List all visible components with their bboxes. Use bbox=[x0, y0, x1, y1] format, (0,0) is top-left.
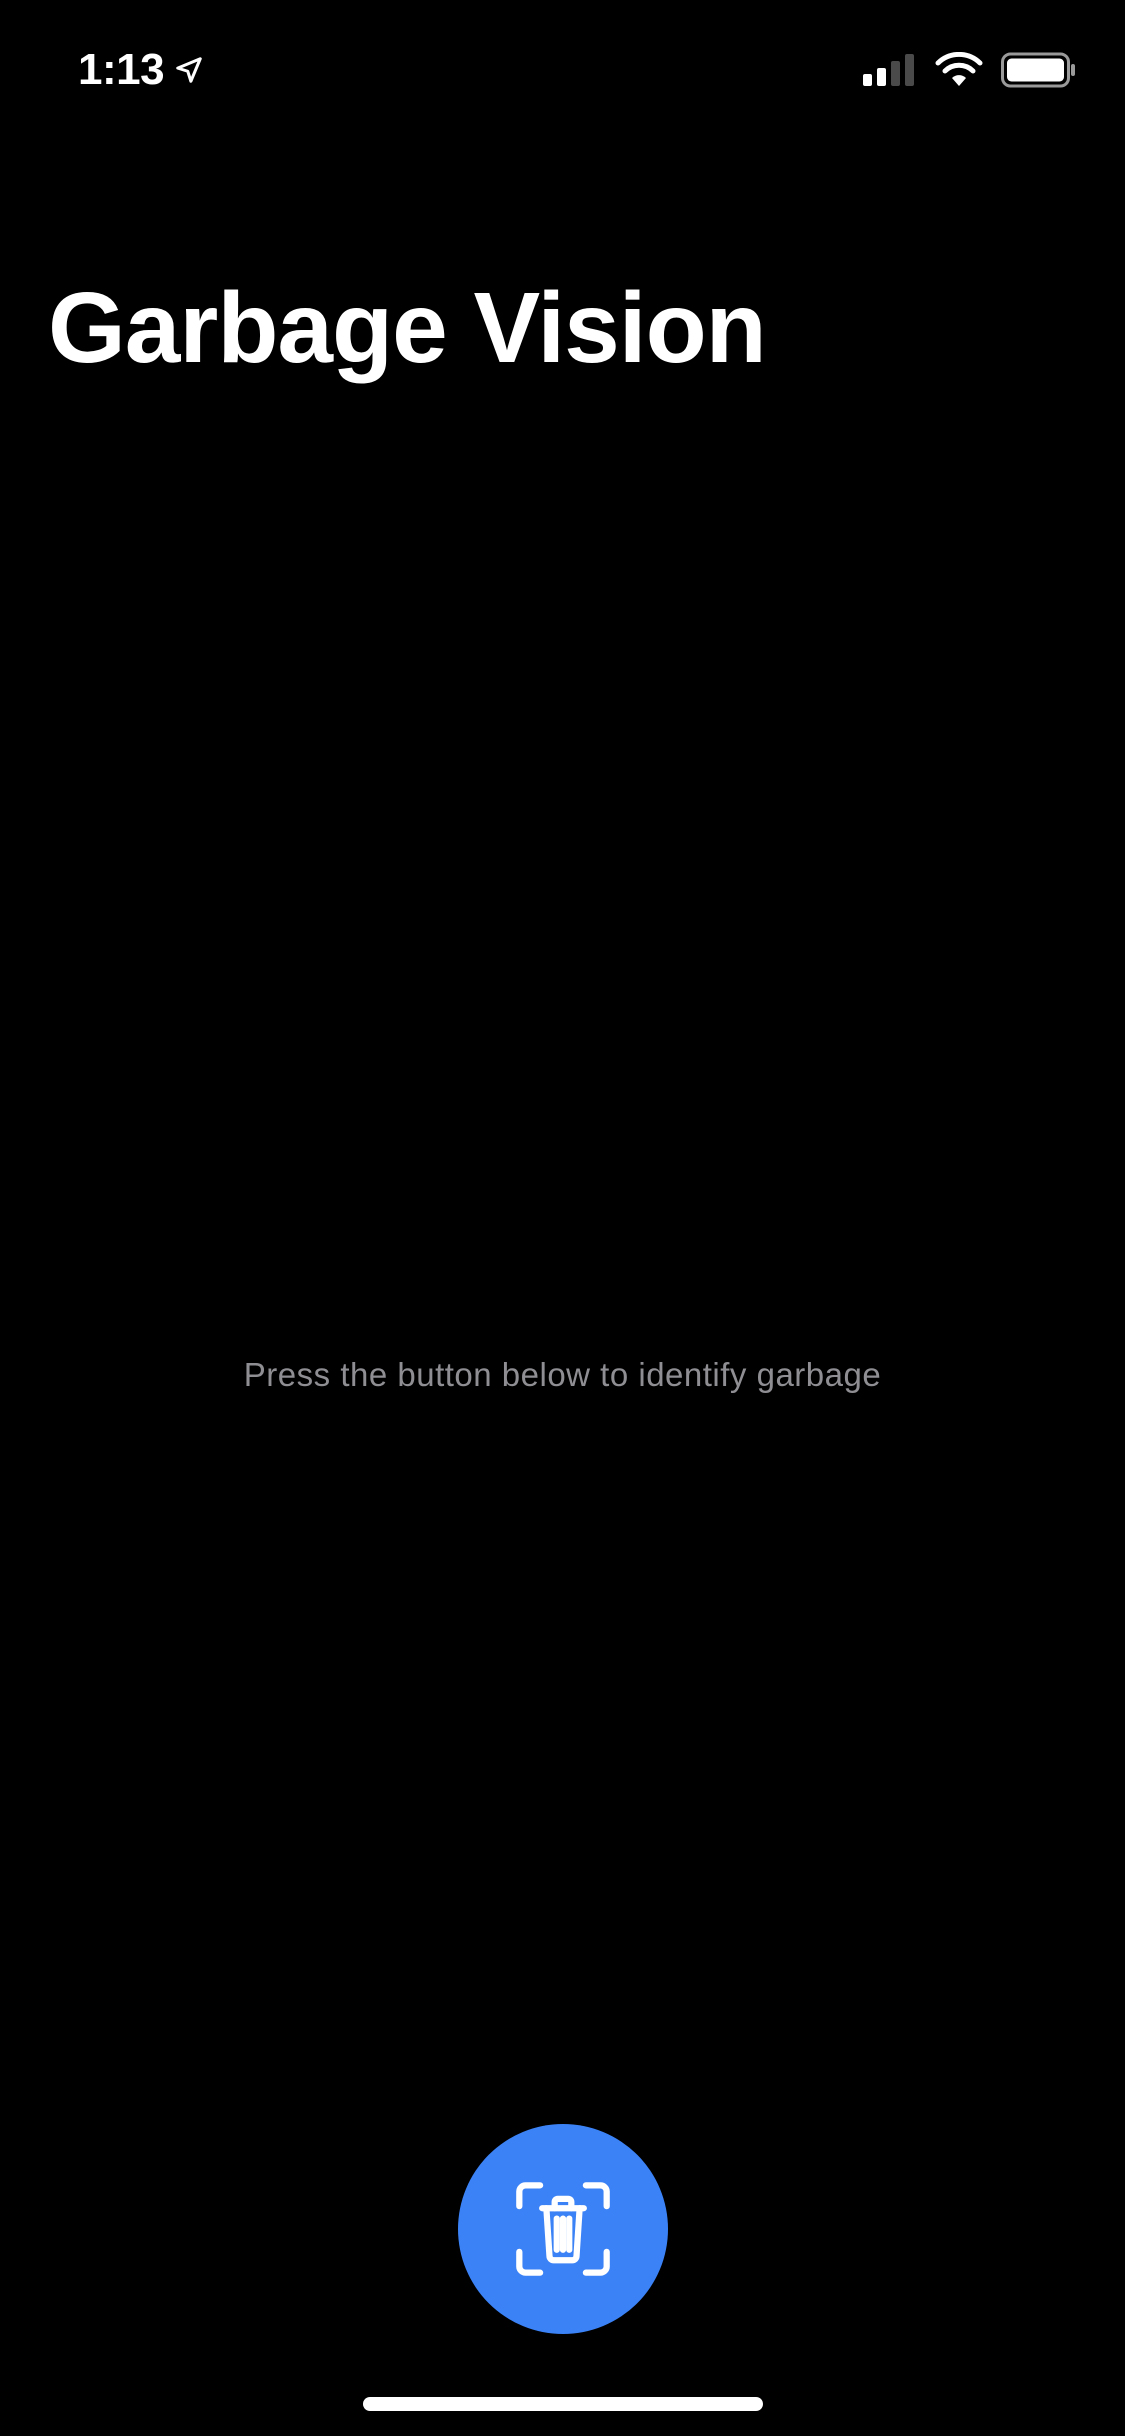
location-arrow-icon bbox=[176, 57, 202, 83]
status-time: 1:13 bbox=[78, 45, 165, 94]
status-indicators bbox=[863, 48, 1077, 92]
wifi-icon bbox=[935, 52, 983, 86]
time-group: 1:13 bbox=[78, 42, 204, 98]
home-indicator[interactable] bbox=[363, 2397, 763, 2411]
status-bar: 1:13 bbox=[0, 0, 1125, 132]
scan-garbage-button[interactable] bbox=[458, 2124, 668, 2334]
trash-scan-icon bbox=[516, 2182, 610, 2276]
page-title: Garbage Vision bbox=[48, 272, 767, 384]
cellular-signal-icon bbox=[863, 54, 914, 86]
battery-icon bbox=[1001, 52, 1075, 88]
hint-text: Press the button below to identify garba… bbox=[243, 1356, 882, 1393]
